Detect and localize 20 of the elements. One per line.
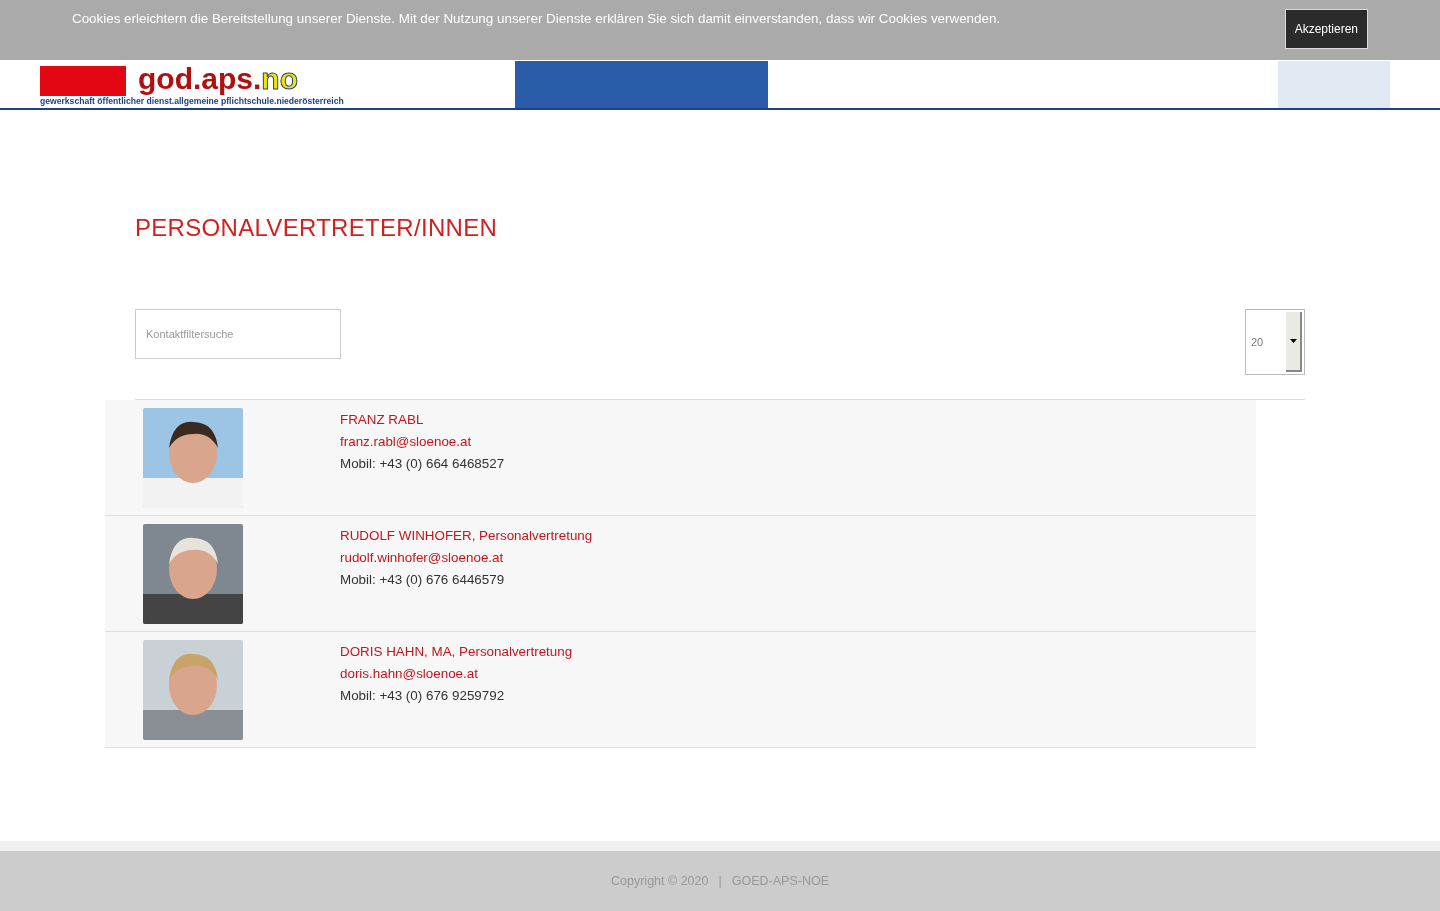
logo-text[interactable]: god.aps. [138, 61, 262, 96]
logo-tagline: gewerkschaft öffentlicher dienst.allgemeine pflichtschule.niederösterreich [40, 96, 345, 106]
contact-name[interactable]: DORIS HAHN, MA, Personalvertretung [340, 644, 573, 659]
nav-block[interactable] [1278, 61, 1390, 108]
phone-number: Mobil: +43 (0) 664 6468527 [340, 456, 505, 471]
page-size-select[interactable]: 20 [1245, 309, 1305, 375]
phone-number: Mobil: +43 (0) 676 6446579 [340, 572, 506, 587]
accept-button[interactable]: Akzeptieren [1284, 9, 1368, 49]
nav-block[interactable] [515, 61, 768, 108]
email-link[interactable]: doris.hahn@sloenoe.at [340, 666, 573, 681]
contact-name[interactable]: RUDOLF WINHOFER, Personalvertretung [340, 528, 593, 543]
contact-name[interactable]: FRANZ RABL [340, 412, 505, 427]
search-field[interactable]: Kontaktfiltersuche [135, 309, 341, 359]
email-link[interactable]: franz.rabl@sloenoe.at [340, 434, 505, 449]
caret-icon [1289, 339, 1297, 343]
separator-text: | [718, 874, 722, 888]
email-link[interactable]: rudolf.winhofer@sloenoe.at [340, 550, 593, 565]
page-title: PERSONALVERTRETER/INNEN [135, 214, 499, 242]
cookie-message: Cookies erleichtern die Bereitstellung unserer Dienste. Mit der Nutzung unserer Dienste erklären Sie sich damit einverstanden, dass wir Cookies verwenden. [72, 11, 1001, 26]
phone-number: Mobil: +43 (0) 676 9259792 [340, 688, 506, 703]
